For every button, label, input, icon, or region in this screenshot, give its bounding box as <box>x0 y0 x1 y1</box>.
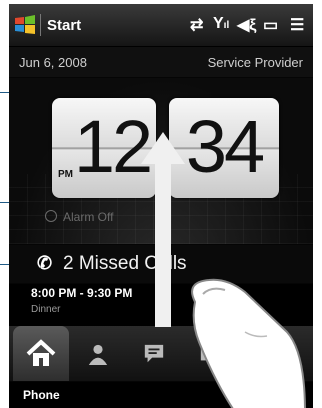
contacts-icon <box>88 344 108 365</box>
appointment-time: 8:00 PM - 9:30 PM <box>31 286 133 300</box>
sync-icon[interactable]: ⇄ <box>190 15 203 35</box>
messaging-icon <box>144 344 164 363</box>
swipe-up-arrow-icon <box>141 132 185 164</box>
swipe-arrow-shaft <box>155 162 171 327</box>
windows-logo-icon[interactable] <box>13 13 37 37</box>
status-separator <box>40 14 41 36</box>
provider-label: Service Provider <box>207 55 303 70</box>
minutes-flip-card: 34 <box>169 98 279 198</box>
info-row: Jun 6, 2008 Service Provider <box>9 47 313 77</box>
alarm-status[interactable]: Alarm Off <box>45 210 113 224</box>
phone-screen: Start ⇄ Yıl ◀ξ ▭ ☰ Jun 6, 2008 Service P… <box>9 4 313 408</box>
tab-home[interactable] <box>13 326 69 381</box>
alarm-label: Alarm Off <box>63 210 114 224</box>
signal-icon[interactable]: Yıl <box>213 15 229 33</box>
finger-gesture-icon <box>191 278 306 408</box>
date-label: Jun 6, 2008 <box>19 55 87 70</box>
tab-label-phone[interactable]: Phone <box>23 388 60 402</box>
status-bar: Start ⇄ Yıl ◀ξ ▭ ☰ <box>9 4 313 47</box>
alarm-clock-icon <box>45 210 57 222</box>
home-icon <box>26 339 56 366</box>
sound-icon[interactable]: ◀ξ <box>237 15 256 35</box>
minutes-digits: 34 <box>185 105 265 188</box>
battery-icon[interactable]: ▭ <box>263 15 278 35</box>
appointment-title: Dinner <box>31 304 61 315</box>
missed-call-icon: ✆ <box>37 253 53 273</box>
start-button[interactable]: Start <box>47 17 81 34</box>
tab-contacts[interactable] <box>71 326 127 381</box>
menu-icon[interactable]: ☰ <box>290 15 304 35</box>
